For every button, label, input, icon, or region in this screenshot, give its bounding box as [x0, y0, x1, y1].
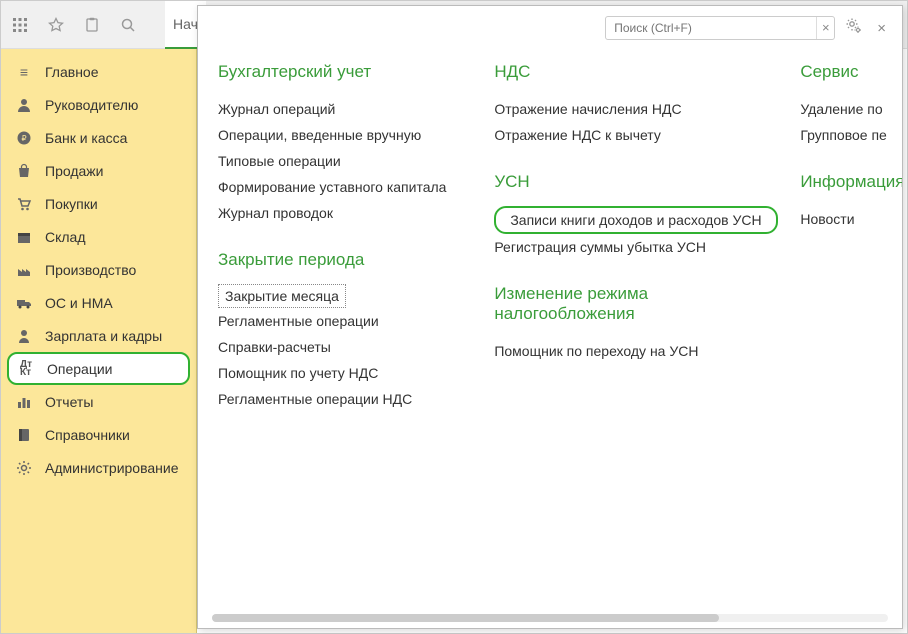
sidebar-item-purchases[interactable]: Покупки: [1, 187, 196, 220]
link-vat-deduction[interactable]: Отражение НДС к вычету: [494, 122, 764, 148]
section-info: Информация: [800, 172, 902, 192]
section-service: Сервис: [800, 62, 902, 82]
panel-column-3: Сервис Удаление по Групповое пе Информац…: [800, 56, 902, 628]
sidebar-item-assets[interactable]: ОС и НМА: [1, 286, 196, 319]
link-journal-operations[interactable]: Журнал операций: [218, 96, 458, 122]
sidebar-item-stock[interactable]: Склад: [1, 220, 196, 253]
ops-icon: ДтКт: [17, 360, 35, 378]
link-typical-operations[interactable]: Типовые операции: [218, 148, 458, 174]
sidebar-item-label: Отчеты: [45, 394, 93, 410]
factory-icon: [15, 261, 33, 279]
sidebar-item-hr[interactable]: Зарплата и кадры: [1, 319, 196, 352]
settings-icon[interactable]: [845, 17, 863, 40]
sidebar-item-reports[interactable]: Отчеты: [1, 385, 196, 418]
book-icon: [15, 426, 33, 444]
coin-icon: ₽: [15, 129, 33, 147]
scrollbar-thumb[interactable]: [212, 614, 719, 622]
link-usn-transition-assistant[interactable]: Помощник по переходу на УСН: [494, 338, 764, 364]
sidebar: ≡ Главное Руководителю ₽ Банк и касса Пр: [1, 49, 197, 633]
section-accounting: Бухгалтерский учет: [218, 62, 458, 82]
sidebar-item-label: Склад: [45, 229, 86, 245]
link-journal-postings[interactable]: Журнал проводок: [218, 200, 458, 226]
link-scheduled-ops[interactable]: Регламентные операции: [218, 308, 458, 334]
sidebar-item-label: Банк и касса: [45, 130, 127, 146]
sidebar-item-label: Операции: [47, 361, 113, 377]
horizontal-scrollbar[interactable]: [212, 614, 888, 622]
panel-body: Бухгалтерский учет Журнал операций Опера…: [198, 50, 902, 628]
link-delete[interactable]: Удаление по: [800, 96, 902, 122]
sidebar-item-sales[interactable]: Продажи: [1, 154, 196, 187]
link-news[interactable]: Новости: [800, 206, 902, 232]
search-icon[interactable]: [119, 16, 137, 34]
link-group[interactable]: Групповое пе: [800, 122, 902, 148]
sidebar-item-operations[interactable]: ДтКт Операции: [7, 352, 190, 385]
section-tax-mode: Изменение режима налогообложения: [494, 284, 764, 324]
sidebar-item-label: Справочники: [45, 427, 130, 443]
section-period-close: Закрытие периода: [218, 250, 458, 270]
sidebar-item-bank[interactable]: ₽ Банк и касса: [1, 121, 196, 154]
sidebar-item-label: ОС и НМА: [45, 295, 113, 311]
sidebar-item-label: Продажи: [45, 163, 103, 179]
sidebar-item-references[interactable]: Справочники: [1, 418, 196, 451]
sidebar-item-label: Руководителю: [45, 97, 138, 113]
link-manual-operations[interactable]: Операции, введенные вручную: [218, 122, 458, 148]
sidebar-item-production[interactable]: Производство: [1, 253, 196, 286]
panel-toolbar: × ×: [198, 6, 902, 50]
close-icon[interactable]: ×: [873, 20, 890, 37]
link-vat-accrual[interactable]: Отражение начисления НДС: [494, 96, 764, 122]
clipboard-icon[interactable]: [83, 16, 101, 34]
cart-icon: [15, 195, 33, 213]
section-vat: НДС: [494, 62, 764, 82]
box-icon: [15, 228, 33, 246]
sidebar-item-label: Администрирование: [45, 460, 179, 476]
menu-icon: ≡: [15, 63, 33, 81]
user-icon: [15, 327, 33, 345]
sidebar-item-label: Производство: [45, 262, 136, 278]
link-usn-loss-registration[interactable]: Регистрация суммы убытка УСН: [494, 234, 764, 260]
star-icon[interactable]: [47, 16, 65, 34]
search-box[interactable]: ×: [605, 16, 835, 40]
link-month-close[interactable]: Закрытие месяца: [218, 284, 346, 308]
sidebar-item-label: Главное: [45, 64, 99, 80]
link-reference-calcs[interactable]: Справки-расчеты: [218, 334, 458, 360]
link-capital-formation[interactable]: Формирование уставного капитала: [218, 174, 458, 200]
person-icon: [15, 96, 33, 114]
operations-panel: × × Бухгалтерский учет Журнал операций О…: [197, 5, 903, 629]
search-input[interactable]: [606, 21, 816, 35]
sidebar-item-admin[interactable]: Администрирование: [1, 451, 196, 484]
link-usn-book-entries[interactable]: Записи книги доходов и расходов УСН: [494, 206, 777, 234]
link-vat-assistant[interactable]: Помощник по учету НДС: [218, 360, 458, 386]
clear-search-icon[interactable]: ×: [816, 17, 834, 39]
chart-icon: [15, 393, 33, 411]
apps-icon[interactable]: [11, 16, 29, 34]
sidebar-item-manager[interactable]: Руководителю: [1, 88, 196, 121]
svg-text:₽: ₽: [21, 134, 26, 143]
truck-icon: [15, 294, 33, 312]
panel-column-1: Бухгалтерский учет Журнал операций Опера…: [218, 56, 458, 628]
bag-icon: [15, 162, 33, 180]
sidebar-item-main[interactable]: ≡ Главное: [1, 55, 196, 88]
panel-column-2: НДС Отражение начисления НДС Отражение Н…: [494, 56, 764, 628]
sidebar-item-label: Зарплата и кадры: [45, 328, 162, 344]
section-usn: УСН: [494, 172, 764, 192]
gear-icon: [15, 459, 33, 477]
link-scheduled-vat[interactable]: Регламентные операции НДС: [218, 386, 458, 412]
sidebar-item-label: Покупки: [45, 196, 98, 212]
